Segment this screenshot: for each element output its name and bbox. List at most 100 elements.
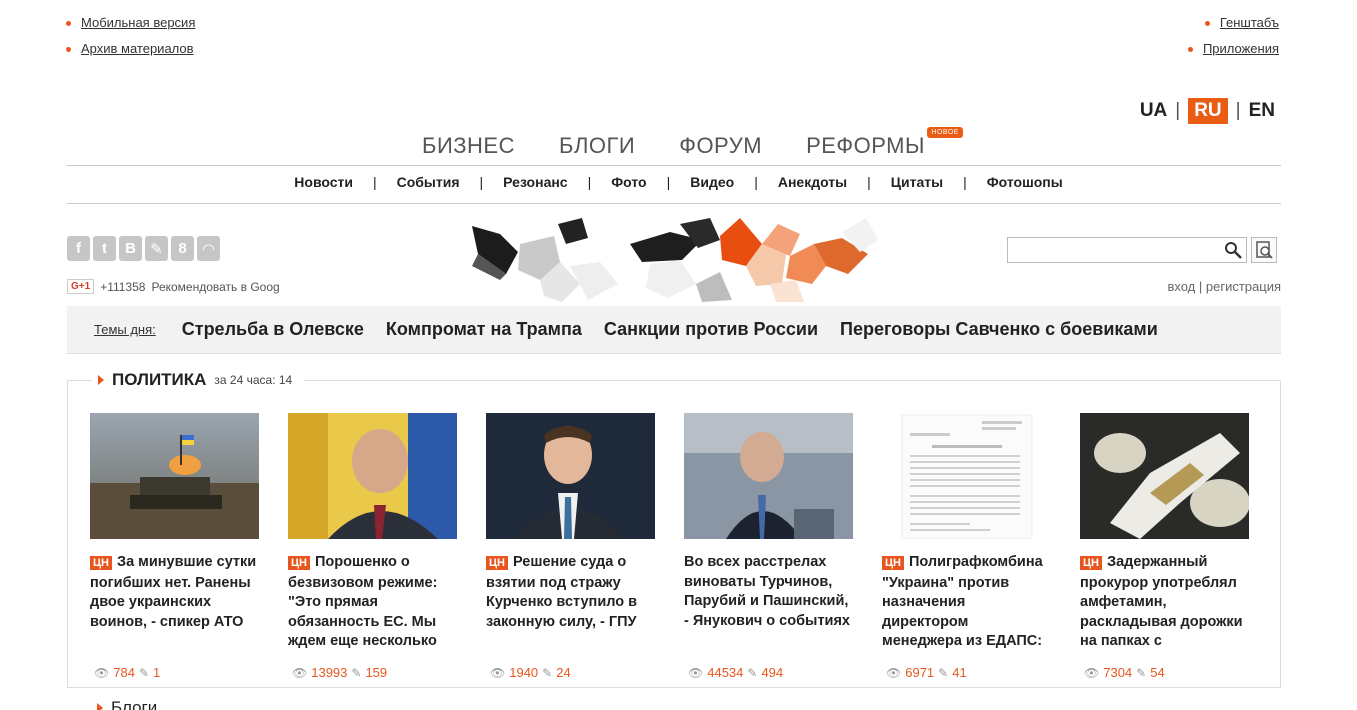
headline-text[interactable]: Решение суда о взятии под стражу Курченк… (486, 554, 637, 630)
headline-text[interactable]: Во всех расстрелах виноваты Турчинов, Па… (684, 554, 850, 629)
sub-nav: Новости | События | Резонанс | Фото | Видео |… (0, 174, 1357, 190)
genshtab-link[interactable]: Генштабъ (1220, 14, 1279, 32)
news-headline[interactable]: ЦН За минувшие сутки погибших нет. Ранены… (90, 553, 259, 651)
nav-forum[interactable]: ФОРУМ (679, 133, 762, 159)
site-logo[interactable] (470, 214, 880, 302)
news-headline[interactable]: ЦН Решение суда о взятии под стражу Курче… (486, 553, 655, 651)
gplus-button[interactable]: G+1 (67, 279, 95, 294)
headline-text[interactable]: Задержанный прокурор употреблял амфетами… (1080, 554, 1243, 649)
headline-text[interactable]: Полиграфкомбина "Украина" против назначе… (882, 554, 1043, 649)
livejournal-icon[interactable]: ✎ (145, 236, 168, 261)
archive-link[interactable]: Архив материалов (81, 40, 194, 58)
views-icon: 👁 (1084, 665, 1100, 680)
google-plus-icon[interactable]: 8 (171, 236, 194, 261)
news-thumbnail[interactable] (90, 413, 259, 539)
comments-icon: ✎ (1136, 665, 1147, 680)
bullet-icon (66, 46, 71, 52)
news-card[interactable]: ЦН За минувшие сутки погибших нет. Ранены… (90, 413, 259, 680)
top-links-right: Генштабъ Приложения (1187, 10, 1279, 62)
news-headline[interactable]: ЦН Порошенко о безвизовом режиме: "Это пр… (288, 553, 457, 651)
views-count: 13993 (311, 665, 348, 680)
lang-en[interactable]: EN (1249, 100, 1275, 122)
facebook-icon[interactable]: f (67, 236, 90, 261)
subnav-video[interactable]: Видео (690, 174, 734, 190)
news-headline[interactable]: ЦН Задержанный прокурор употреблял амфета… (1080, 553, 1249, 651)
language-switcher: UA | RU | EN (1140, 98, 1275, 124)
news-card[interactable]: ЦН Порошенко о безвизовом режиме: "Это пр… (288, 413, 457, 680)
news-stats: 👁 1940 ✎ 24 (486, 665, 655, 680)
advanced-search-button[interactable] (1251, 237, 1277, 263)
views-count: 7304 (1103, 665, 1133, 680)
section-title[interactable]: ПОЛИТИКА (112, 370, 206, 390)
auth-separator: | (1198, 279, 1203, 294)
bullet-icon (1204, 20, 1210, 26)
section-title-group: ПОЛИТИКА за 24 часа: 14 (92, 370, 305, 390)
news-card[interactable]: Во всех расстрелах виноваты Турчинов, Па… (684, 413, 853, 680)
news-card[interactable]: ЦН Задержанный прокурор употреблял амфета… (1080, 413, 1250, 680)
news-thumbnail[interactable] (882, 413, 1051, 540)
views-icon: 👁 (886, 665, 902, 680)
subnav-photoshops[interactable]: Фотошопы (987, 174, 1063, 190)
register-link[interactable]: регистрация (1206, 279, 1281, 294)
comments-count[interactable]: 54 (1150, 665, 1164, 680)
news-stats: 👁 44534 ✎ 494 (684, 665, 853, 680)
headline-text[interactable]: Порошенко о безвизовом режиме: "Это прям… (288, 554, 437, 649)
comments-count[interactable]: 24 (556, 665, 570, 680)
blogs-section-title[interactable]: Блоги (111, 698, 157, 710)
comments-count[interactable]: 494 (761, 665, 783, 680)
nav-blogs[interactable]: БЛОГИ (559, 133, 635, 159)
news-thumbnail[interactable] (684, 413, 853, 539)
login-link[interactable]: вход (1167, 279, 1195, 294)
news-tag: ЦН (486, 556, 508, 570)
comments-count[interactable]: 41 (952, 665, 966, 680)
social-icons: f t B ✎ 8 ◠ (67, 236, 220, 261)
news-thumbnail[interactable] (1080, 413, 1250, 539)
gplus-widget[interactable]: G+1 +111358 Рекомендовать в Goog (67, 279, 280, 294)
news-thumbnail[interactable] (288, 413, 457, 539)
subnav-quotes[interactable]: Цитаты (891, 174, 943, 190)
new-badge: НОВОЕ (927, 127, 963, 138)
lang-ru[interactable]: RU (1188, 98, 1228, 124)
subnav-news[interactable]: Новости (294, 174, 353, 190)
news-headline[interactable]: ЦН Полиграфкомбина "Украина" против назна… (882, 553, 1051, 651)
topics-bar: Темы дня: Стрельба в Олевске Компромат н… (67, 306, 1281, 354)
news-card[interactable]: ЦН Решение суда о взятии под стражу Курче… (486, 413, 655, 680)
rss-icon[interactable]: ◠ (197, 236, 220, 261)
divider (67, 203, 1281, 204)
subnav-resonance[interactable]: Резонанс (503, 174, 567, 190)
views-count: 6971 (905, 665, 935, 680)
nav-reforms[interactable]: РЕФОРМЫ НОВОЕ (806, 127, 963, 159)
nav-business[interactable]: БИЗНЕС (422, 133, 515, 159)
subnav-separator: | (372, 174, 377, 190)
topic-link[interactable]: Санкции против России (604, 319, 818, 340)
news-thumbnail[interactable] (486, 413, 655, 539)
views-count: 784 (113, 665, 135, 680)
subnav-separator: | (867, 174, 871, 190)
subnav-jokes[interactable]: Анекдоты (778, 174, 847, 190)
search-icon[interactable] (1224, 241, 1242, 259)
subnav-separator: | (587, 174, 592, 190)
views-icon: 👁 (490, 665, 506, 680)
lang-ua[interactable]: UA (1140, 100, 1167, 122)
views-icon: 👁 (688, 665, 704, 680)
news-stats: 👁 784 ✎ 1 (90, 665, 259, 680)
topic-link[interactable]: Компромат на Трампа (386, 319, 582, 340)
subnav-photo[interactable]: Фото (611, 174, 646, 190)
topic-link[interactable]: Переговоры Савченко с боевиками (840, 319, 1158, 340)
topic-link[interactable]: Стрельба в Олевске (182, 319, 364, 340)
comments-count[interactable]: 159 (365, 665, 387, 680)
news-headline[interactable]: Во всех расстрелах виноваты Турчинов, Па… (684, 553, 853, 651)
subnav-events[interactable]: События (397, 174, 460, 190)
vkontakte-icon[interactable]: B (119, 236, 142, 261)
topics-label[interactable]: Темы дня: (94, 322, 156, 337)
twitter-icon[interactable]: t (93, 236, 116, 261)
search-input[interactable] (1007, 237, 1247, 263)
apps-link[interactable]: Приложения (1203, 40, 1279, 58)
mobile-version-link[interactable]: Мобильная версия (81, 14, 195, 32)
subnav-separator: | (963, 174, 967, 190)
lang-separator: | (1235, 100, 1241, 121)
news-card[interactable]: ЦН Полиграфкомбина "Украина" против назна… (882, 413, 1051, 680)
headline-text[interactable]: За минувшие сутки погибших нет. Ранены д… (90, 554, 256, 630)
comments-count[interactable]: 1 (153, 665, 160, 680)
subnav-separator: | (666, 174, 671, 190)
